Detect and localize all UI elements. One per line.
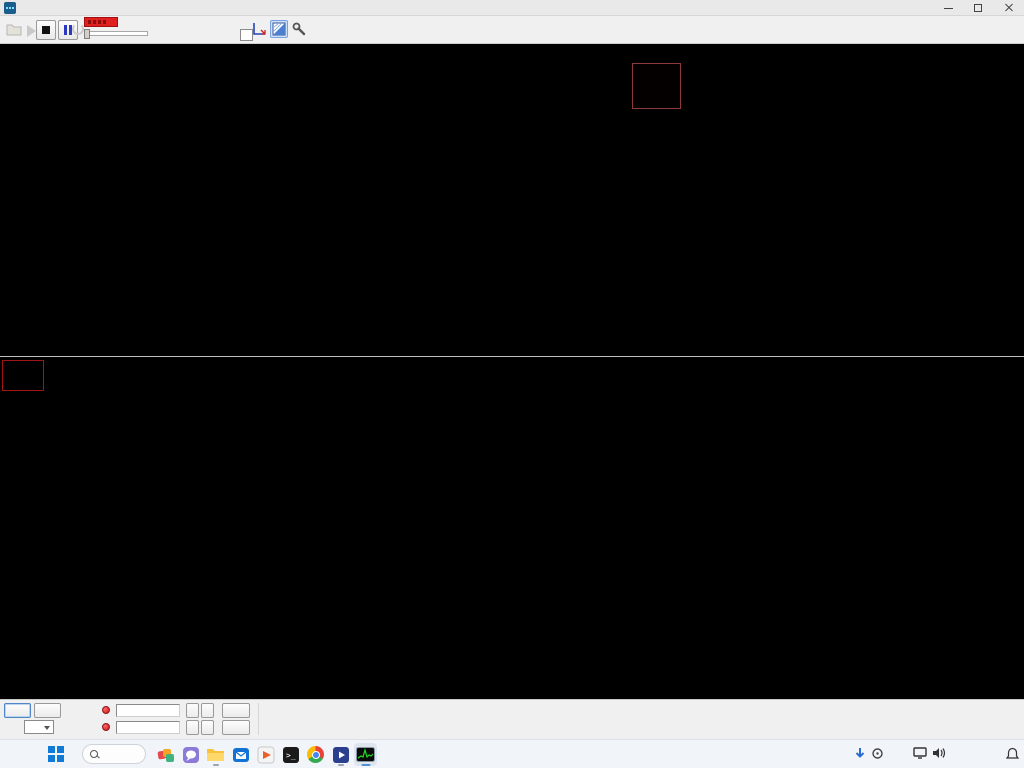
toolbar bbox=[0, 16, 1024, 44]
record-lamp bbox=[84, 17, 118, 27]
top-display-panel bbox=[0, 44, 1024, 356]
terminal-icon[interactable]: >_ bbox=[279, 743, 302, 766]
thd-button[interactable] bbox=[222, 703, 250, 718]
position-slider[interactable] bbox=[84, 31, 148, 36]
media-player-icon[interactable] bbox=[254, 743, 277, 766]
config-wrench-icon[interactable] bbox=[290, 20, 308, 38]
divider bbox=[258, 703, 259, 735]
peak-button[interactable] bbox=[34, 703, 61, 718]
system-tray bbox=[844, 740, 1024, 768]
ovl1-field[interactable] bbox=[116, 704, 180, 717]
title-bar bbox=[0, 0, 1024, 16]
wavespectra-window: >_ bbox=[0, 0, 1024, 768]
stop-button[interactable] bbox=[36, 20, 56, 40]
ovl2-indicator bbox=[102, 723, 110, 731]
level-meter-panel bbox=[632, 63, 681, 353]
taskbar: >_ bbox=[0, 739, 1024, 768]
speaker-icon[interactable] bbox=[932, 747, 946, 759]
chrome-icon[interactable] bbox=[304, 743, 327, 766]
tray-download-icon[interactable] bbox=[854, 747, 866, 761]
spectrum-panel bbox=[0, 357, 1024, 699]
loop-icon[interactable] bbox=[72, 23, 84, 35]
ovl2-l-button[interactable] bbox=[186, 720, 199, 735]
rms-button[interactable] bbox=[222, 720, 250, 735]
control-bar bbox=[0, 699, 1024, 739]
play-icon[interactable] bbox=[27, 25, 36, 37]
taskbar-search[interactable] bbox=[82, 744, 146, 764]
axis-settings-icon[interactable] bbox=[250, 20, 268, 38]
file-explorer-icon[interactable] bbox=[204, 743, 227, 766]
open-file-icon[interactable] bbox=[6, 22, 23, 37]
ovl1-indicator bbox=[102, 706, 110, 714]
slider-thumb[interactable] bbox=[84, 29, 90, 39]
lissajous-scope bbox=[397, 47, 626, 353]
ovl1-l-button[interactable] bbox=[186, 703, 199, 718]
maximize-button[interactable] bbox=[964, 0, 994, 16]
display-tray-icon[interactable] bbox=[913, 747, 927, 759]
level-meter-bars bbox=[632, 109, 681, 353]
start-button[interactable] bbox=[48, 746, 65, 763]
app-icon bbox=[4, 2, 16, 14]
close-button[interactable] bbox=[994, 0, 1024, 16]
maximize-icon bbox=[974, 4, 982, 12]
ovl2-field[interactable] bbox=[116, 721, 180, 734]
wavespectra-taskbar-icon[interactable] bbox=[354, 743, 377, 766]
svg-text:>_: >_ bbox=[286, 751, 296, 760]
tray-dial-icon[interactable] bbox=[871, 747, 884, 760]
ovl2-s-button[interactable] bbox=[201, 720, 214, 735]
movies-icon[interactable] bbox=[329, 743, 352, 766]
ovl1-s-button[interactable] bbox=[201, 703, 214, 718]
avg-select[interactable] bbox=[24, 720, 54, 734]
colorful-app-icon[interactable] bbox=[154, 743, 177, 766]
display-settings-icon[interactable] bbox=[270, 20, 288, 38]
mail-icon[interactable] bbox=[229, 743, 252, 766]
minimize-button[interactable] bbox=[934, 0, 964, 16]
main-button[interactable] bbox=[4, 703, 31, 718]
chat-icon[interactable] bbox=[179, 743, 202, 766]
spectrum-plot bbox=[0, 357, 1022, 699]
minimize-icon bbox=[944, 8, 953, 9]
peak-readout-box bbox=[632, 63, 681, 109]
max-readout-box bbox=[2, 360, 44, 391]
search-icon bbox=[90, 750, 99, 759]
notification-bell-icon[interactable] bbox=[1006, 747, 1019, 761]
